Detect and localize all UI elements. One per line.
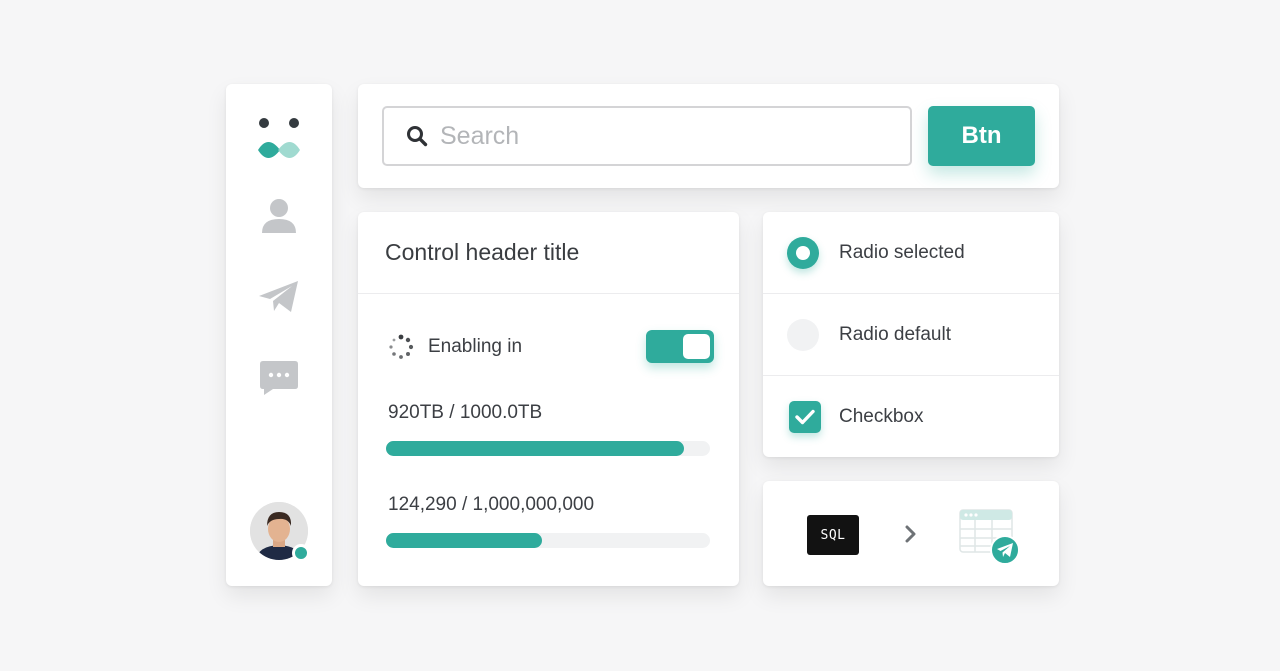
storage-usage-label: 920TB / 1000.0TB — [388, 402, 543, 423]
storage-progress-fill — [386, 441, 685, 456]
search-bar-card: Btn — [358, 84, 1059, 188]
radio-selected-label: Radio selected — [839, 241, 965, 263]
sql-pipeline-card: SQL — [763, 481, 1059, 586]
sidebar — [226, 84, 332, 586]
search-icon — [406, 125, 428, 147]
sql-badge: SQL — [807, 515, 859, 555]
count-progress-bar — [386, 533, 710, 548]
online-status-dot — [292, 544, 310, 562]
checkmark-icon — [795, 409, 815, 424]
count-usage-label: 124,290 / 1,000,000,000 — [388, 494, 595, 515]
chevron-right-icon — [904, 525, 918, 548]
radio-selected[interactable] — [787, 236, 819, 269]
radio-default-label: Radio default — [839, 323, 951, 345]
checkbox-label: Checkbox — [839, 405, 924, 427]
control-card: Control header title Enabling in 920TB /… — [358, 212, 739, 586]
count-progress-fill — [386, 533, 542, 548]
loading-spinner-icon — [388, 334, 414, 360]
search-box[interactable] — [382, 106, 912, 166]
primary-button[interactable]: Btn — [928, 106, 1035, 166]
radio-default[interactable] — [787, 318, 819, 351]
control-header-title: Control header title — [358, 212, 739, 294]
chat-bubble-icon[interactable] — [226, 360, 332, 396]
user-icon[interactable] — [226, 197, 332, 235]
checkbox[interactable] — [789, 400, 821, 433]
enabling-row: Enabling in — [388, 330, 714, 364]
enable-toggle[interactable] — [646, 330, 714, 363]
enabling-label: Enabling in — [428, 336, 523, 357]
storage-progress-bar — [386, 441, 710, 456]
search-input[interactable] — [440, 121, 880, 151]
checkbox-row[interactable]: Checkbox — [763, 376, 1059, 457]
paper-plane-icon[interactable] — [226, 280, 332, 314]
options-card: Radio selected Radio default Checkbox — [763, 212, 1059, 457]
radio-default-row[interactable]: Radio default — [763, 294, 1059, 376]
radio-selected-row[interactable]: Radio selected — [763, 212, 1059, 294]
avatar[interactable] — [250, 502, 310, 562]
logo-icon[interactable] — [226, 116, 332, 162]
table-telegram-icon — [959, 509, 1021, 570]
toggle-knob — [683, 334, 710, 359]
